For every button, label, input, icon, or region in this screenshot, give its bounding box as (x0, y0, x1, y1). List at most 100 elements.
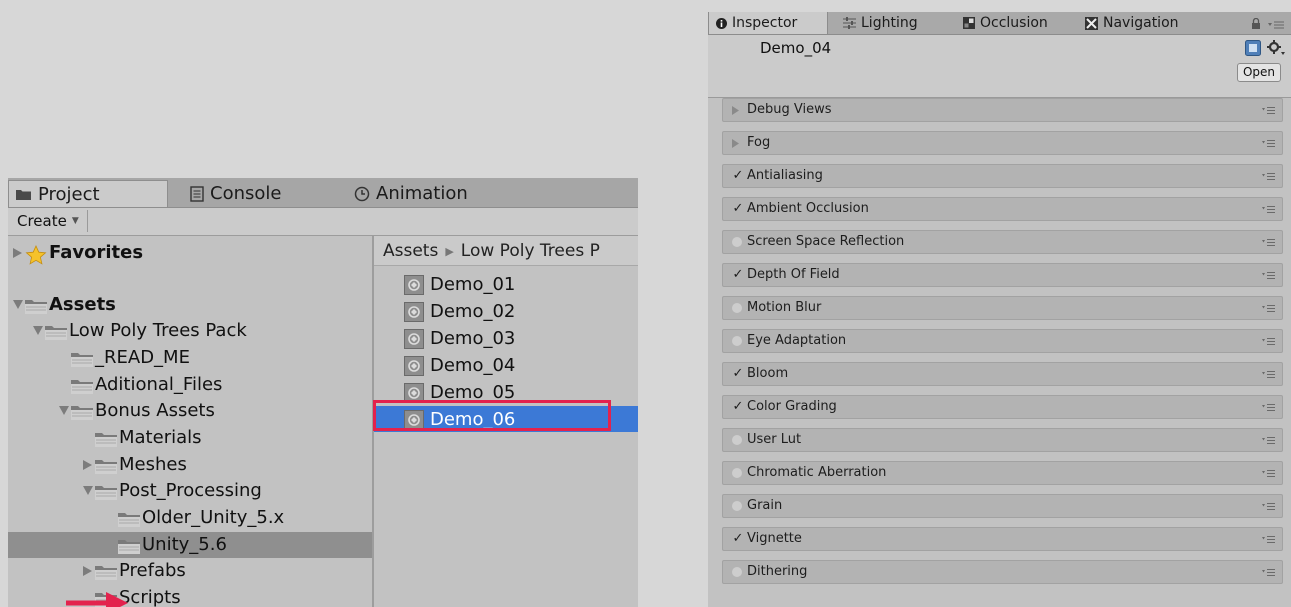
tab-animation[interactable]: Animation (348, 180, 518, 207)
enabled-checkbox[interactable]: ✓ (731, 198, 745, 220)
effect-row[interactable]: Eye Adaptation (722, 329, 1283, 353)
tree-item[interactable]: Prefabs (8, 558, 372, 584)
folder-icon (24, 297, 48, 315)
context-menu-icon[interactable] (1268, 21, 1284, 29)
tree-item[interactable]: Unity_5.6 (8, 532, 372, 558)
asset-item[interactable]: Demo_03 (374, 325, 638, 351)
tree-item[interactable]: _READ_ME (8, 345, 372, 371)
effect-menu-icon[interactable] (1262, 239, 1275, 246)
foldout-arrow-icon[interactable] (732, 106, 739, 115)
tree-item[interactable]: Favorites (8, 240, 372, 266)
effect-menu-icon[interactable] (1262, 173, 1275, 180)
effect-row[interactable]: ✓ Depth Of Field (722, 263, 1283, 287)
tree-item[interactable]: Older_Unity_5.x (8, 505, 372, 531)
effect-label: User Lut (747, 432, 802, 447)
tree-item[interactable]: Bonus Assets (8, 398, 372, 424)
effect-row[interactable]: Grain (722, 494, 1283, 518)
effect-row[interactable]: Fog (722, 131, 1283, 155)
tree-item-label: Bonus Assets (95, 400, 215, 421)
effect-row[interactable]: ✓ Bloom (722, 362, 1283, 386)
effect-menu-icon[interactable] (1262, 371, 1275, 378)
tab-occlusion-label: Occlusion (980, 15, 1048, 31)
effect-row[interactable]: Motion Blur (722, 296, 1283, 320)
expand-arrow-right-icon[interactable] (83, 566, 92, 576)
folder-icon (94, 430, 118, 448)
effect-menu-icon[interactable] (1262, 140, 1275, 147)
tab-console[interactable]: Console (184, 180, 344, 207)
expand-arrow-down-icon[interactable] (83, 486, 93, 495)
tab-occlusion[interactable]: Occlusion (956, 12, 1076, 34)
tree-item-label: Aditional_Files (95, 374, 223, 395)
tree-item[interactable]: Materials (8, 425, 372, 451)
disabled-checkbox[interactable] (732, 237, 742, 247)
effect-menu-icon[interactable] (1262, 272, 1275, 279)
effect-menu-icon[interactable] (1262, 536, 1275, 543)
asset-item-label: Demo_01 (430, 274, 516, 295)
asset-item[interactable]: Demo_04 (374, 352, 638, 378)
enabled-checkbox[interactable]: ✓ (731, 396, 745, 418)
enabled-checkbox[interactable]: ✓ (731, 528, 745, 550)
inspector-tab-bar: Inspector Lighting Occlusion Navigation (708, 12, 1291, 35)
effect-menu-icon[interactable] (1262, 338, 1275, 345)
asset-item[interactable]: Demo_01 (374, 271, 638, 297)
effect-row[interactable]: User Lut (722, 428, 1283, 452)
disabled-checkbox[interactable] (732, 336, 742, 346)
effect-menu-icon[interactable] (1262, 569, 1275, 576)
disabled-checkbox[interactable] (732, 303, 742, 313)
tree-item[interactable]: Low Poly Trees Pack (8, 318, 372, 344)
scene-icon (404, 275, 424, 295)
effect-row[interactable]: Debug Views (722, 98, 1283, 122)
breadcrumb-item-pack[interactable]: Low Poly Trees P (461, 241, 600, 261)
breadcrumb-item-assets[interactable]: Assets (383, 241, 438, 261)
tab-inspector[interactable]: Inspector (708, 12, 828, 34)
breadcrumb: Assets ▶ Low Poly Trees P (374, 236, 638, 266)
tree-item[interactable]: Post_Processing (8, 478, 372, 504)
effect-row[interactable]: Chromatic Aberration (722, 461, 1283, 485)
enabled-checkbox[interactable]: ✓ (731, 165, 745, 187)
effect-menu-icon[interactable] (1262, 503, 1275, 510)
disabled-checkbox[interactable] (732, 567, 742, 577)
lock-icon[interactable] (1251, 18, 1261, 29)
effect-menu-icon[interactable] (1262, 437, 1275, 444)
expand-arrow-down-icon[interactable] (33, 326, 43, 335)
gear-icon[interactable] (1267, 40, 1285, 56)
tree-item[interactable]: Aditional_Files (8, 372, 372, 398)
effect-label: Screen Space Reflection (747, 234, 905, 249)
asset-item[interactable]: Demo_02 (374, 298, 638, 324)
scene-icon (404, 356, 424, 376)
enabled-checkbox[interactable]: ✓ (731, 264, 745, 286)
effect-menu-icon[interactable] (1262, 404, 1275, 411)
effect-row[interactable]: Dithering (722, 560, 1283, 584)
tree-item[interactable]: Meshes (8, 452, 372, 478)
open-button[interactable]: Open (1237, 63, 1281, 82)
tree-item[interactable]: Scripts (8, 585, 372, 607)
effect-row[interactable]: ✓ Color Grading (722, 395, 1283, 419)
effect-label: Dithering (747, 564, 808, 579)
tab-project[interactable]: Project (8, 180, 168, 207)
tree-item[interactable]: Assets (8, 292, 372, 318)
effect-row[interactable]: ✓ Ambient Occlusion (722, 197, 1283, 221)
effect-row[interactable]: ✓ Antialiasing (722, 164, 1283, 188)
create-dropdown-button[interactable]: Create ▼ (12, 210, 88, 232)
expand-arrow-down-icon[interactable] (59, 406, 69, 415)
enabled-checkbox[interactable]: ✓ (731, 363, 745, 385)
red-arrow-annotation (66, 592, 128, 607)
effect-row[interactable]: ✓ Vignette (722, 527, 1283, 551)
folder-icon (94, 563, 118, 581)
folder-tree: Favorites Assets Low Poly Trees Pack _READ_… (8, 236, 374, 607)
effect-menu-icon[interactable] (1262, 470, 1275, 477)
expand-arrow-right-icon[interactable] (83, 460, 92, 470)
disabled-checkbox[interactable] (732, 435, 742, 445)
disabled-checkbox[interactable] (732, 468, 742, 478)
tab-navigation[interactable]: Navigation (1078, 12, 1208, 34)
effect-row[interactable]: Screen Space Reflection (722, 230, 1283, 254)
effect-menu-icon[interactable] (1262, 206, 1275, 213)
expand-arrow-down-icon[interactable] (13, 300, 23, 309)
effect-menu-icon[interactable] (1262, 305, 1275, 312)
disabled-checkbox[interactable] (732, 501, 742, 511)
foldout-arrow-icon[interactable] (732, 139, 739, 148)
tab-lighting[interactable]: Lighting (836, 12, 946, 34)
effect-menu-icon[interactable] (1262, 107, 1275, 114)
help-icon[interactable] (1245, 40, 1261, 56)
expand-arrow-right-icon[interactable] (13, 248, 22, 258)
